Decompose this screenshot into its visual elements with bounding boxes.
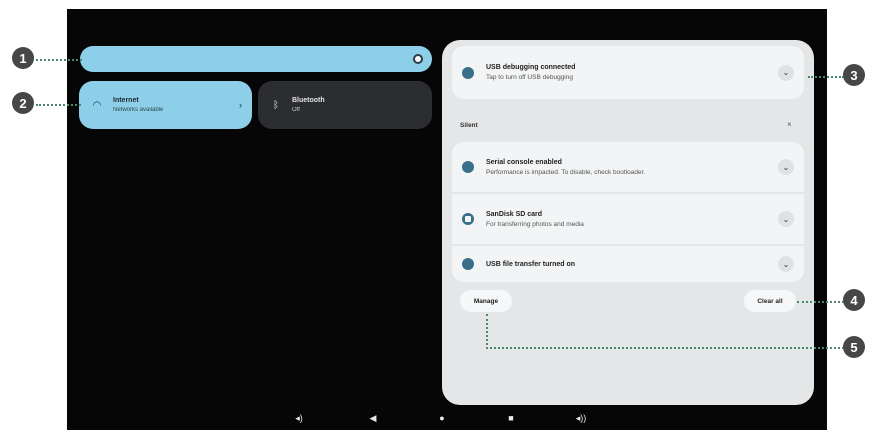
clear-all-button[interactable]: Clear all (744, 290, 796, 312)
notification-title: USB debugging connected (486, 64, 576, 71)
callout-line-5-vertical (486, 314, 488, 349)
callout-badge-5: 5 (843, 336, 865, 358)
android-debug-icon (462, 66, 474, 79)
chevron-down-icon[interactable]: ⌄ (778, 211, 794, 227)
bluetooth-tile[interactable]: ᛒ Bluetooth Off (258, 81, 432, 129)
bluetooth-icon: ᛒ (273, 99, 279, 111)
home-icon[interactable]: ● (435, 411, 449, 425)
internet-tile-subtitle: Networks available (113, 106, 164, 113)
notification-body: For transferring photos and media (486, 220, 584, 228)
callout-line-3 (808, 76, 844, 78)
manage-button[interactable]: Manage (460, 290, 512, 312)
back-icon[interactable]: ◀ (366, 411, 380, 425)
sd-card-icon (462, 213, 474, 225)
usb-icon (462, 258, 474, 270)
notification-serial-console[interactable]: Serial console enabled Performance is im… (452, 142, 804, 192)
callout-badge-3: 3 (843, 64, 865, 86)
notification-title: SanDisk SD card (486, 210, 543, 218)
bluetooth-tile-subtitle: Off (292, 106, 300, 113)
internet-tile[interactable]: ◠ Internet Networks available › (79, 81, 252, 129)
notification-body: Performance is impacted. To disable, che… (486, 168, 646, 176)
notification-title: Serial console enabled (486, 158, 562, 166)
chevron-down-icon[interactable]: ⌄ (778, 256, 794, 272)
volume-up-icon[interactable]: ◂)) (574, 411, 588, 425)
console-icon (462, 161, 474, 173)
brightness-slider-thumb[interactable] (413, 54, 423, 64)
notification-usb-file-transfer[interactable]: USB file transfer turned on ⌄ (452, 246, 804, 282)
callout-badge-2: 2 (12, 92, 34, 114)
callout-line-2 (36, 104, 81, 106)
chevron-down-icon[interactable]: ⌄ (778, 159, 794, 175)
notification-usb-debugging[interactable]: USB debugging connected Tap to turn off … (452, 46, 804, 99)
chevron-right-icon[interactable]: › (239, 100, 242, 110)
silent-section-header: Silent (460, 122, 478, 129)
volume-down-icon[interactable]: ◂) (292, 411, 306, 425)
chevron-down-icon[interactable]: ⌄ (778, 64, 794, 81)
notification-shade: USB debugging connected Tap to turn off … (442, 40, 814, 405)
brightness-slider[interactable] (80, 46, 432, 72)
notification-body: Tap to turn off USB debugging (486, 74, 573, 81)
wifi-icon: ◠ (92, 99, 102, 111)
close-icon[interactable]: × (787, 120, 792, 129)
notification-title: USB file transfer turned on (486, 260, 576, 268)
notification-sd-card[interactable]: SanDisk SD card For transferring photos … (452, 194, 804, 244)
callout-line-1 (36, 59, 82, 61)
callout-badge-4: 4 (843, 289, 865, 311)
callout-badge-1: 1 (12, 47, 34, 69)
recents-icon[interactable]: ■ (504, 411, 518, 425)
bluetooth-tile-title: Bluetooth (292, 96, 325, 104)
callout-line-4 (797, 301, 844, 303)
internet-tile-title: Internet (113, 96, 139, 104)
callout-line-5 (486, 347, 844, 349)
